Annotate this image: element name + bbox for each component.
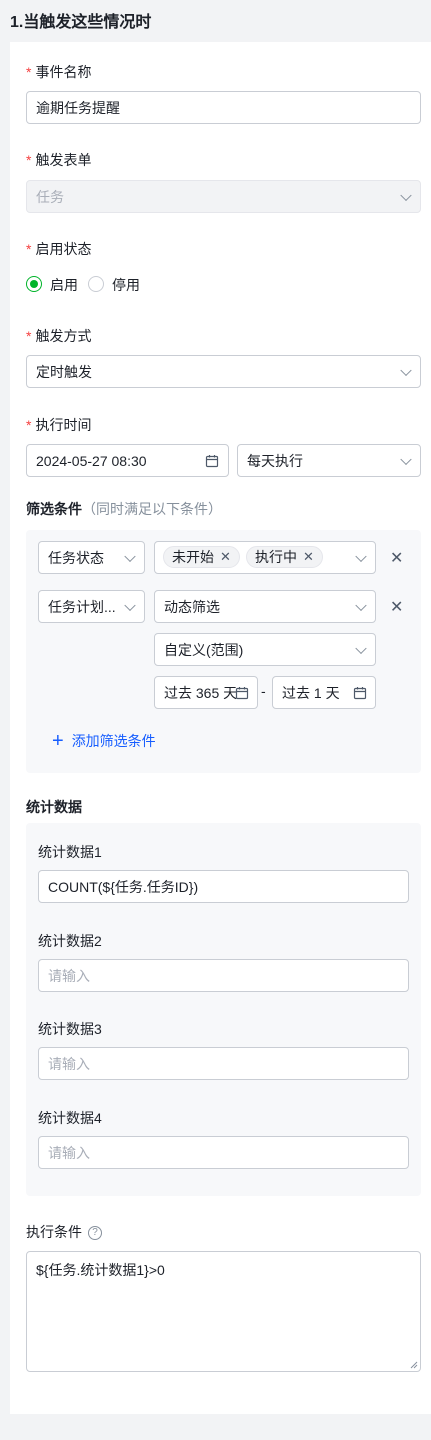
remove-filter-1-icon[interactable]: ✕ xyxy=(390,548,403,568)
trigger-form-label: * 触发表单 xyxy=(26,152,92,168)
exec-condition-textarea[interactable]: ${任务.统计数据1}>0 xyxy=(26,1251,421,1372)
stat-input-2[interactable]: 请输入 xyxy=(38,959,409,992)
filter-box: 任务状态 未开始 ✕ 执行中 ✕ ✕ 任务计划... 动态筛选 ✕ 自定义(范围) xyxy=(26,530,421,773)
resize-handle-icon[interactable] xyxy=(410,1361,418,1369)
range-from-picker[interactable]: 过去 365 天 xyxy=(154,676,258,709)
required-mark: * xyxy=(26,64,32,80)
stats-title: 统计数据 xyxy=(26,799,82,815)
filter-field-select-2[interactable]: 任务计划... xyxy=(38,590,145,623)
add-filter-button[interactable]: + 添加筛选条件 xyxy=(52,731,156,751)
radio-disable[interactable] xyxy=(88,276,104,292)
trigger-mode-label: * 触发方式 xyxy=(26,328,92,344)
filter-field-select-1[interactable]: 任务状态 xyxy=(38,541,145,574)
stat-label-2: 统计数据2 xyxy=(38,933,102,949)
chevron-down-icon xyxy=(355,550,367,562)
chevron-down-icon xyxy=(400,453,412,465)
trigger-mode-select[interactable]: 定时触发 xyxy=(26,355,421,388)
chevron-down-icon xyxy=(124,599,136,611)
trigger-form-select: 任务 xyxy=(26,180,421,213)
tag-not-started: 未开始 ✕ xyxy=(163,546,240,568)
stat-input-4[interactable]: 请输入 xyxy=(38,1136,409,1169)
range-type-select[interactable]: 自定义(范围) xyxy=(154,633,376,666)
calendar-icon xyxy=(235,687,249,700)
section-title: 1.当触发这些情况时 xyxy=(10,14,152,31)
range-separator: - xyxy=(261,683,266,699)
chevron-down-icon xyxy=(355,642,367,654)
repeat-select[interactable]: 每天执行 xyxy=(237,444,421,477)
range-to-picker[interactable]: 过去 1 天 xyxy=(272,676,376,709)
radio-enable-label[interactable]: 启用 xyxy=(50,275,78,295)
tag-in-progress: 执行中 ✕ xyxy=(246,546,323,568)
form-card: * 事件名称 逾期任务提醒 * 触发表单 任务 * 启用状态 启用 停用 * 触发方式 … xyxy=(10,42,431,1414)
event-name-input[interactable]: 逾期任务提醒 xyxy=(26,91,421,124)
exec-datetime-picker[interactable]: 2024-05-27 08:30 xyxy=(26,444,229,477)
stat-input-1[interactable]: COUNT(${任务.任务ID}) xyxy=(38,870,409,903)
exec-condition-label: 执行条件? xyxy=(26,1222,102,1242)
question-circle-icon[interactable]: ? xyxy=(88,1226,102,1241)
stat-label-1: 统计数据1 xyxy=(38,844,102,860)
stat-label-3: 统计数据3 xyxy=(38,1021,102,1037)
close-icon[interactable]: ✕ xyxy=(303,549,314,565)
stats-box: 统计数据1 COUNT(${任务.任务ID}) 统计数据2 请输入 统计数据3 … xyxy=(26,823,421,1196)
enable-status-label: * 启用状态 xyxy=(26,241,92,257)
chevron-down-icon xyxy=(355,599,367,611)
chevron-down-icon xyxy=(400,364,412,376)
close-icon[interactable]: ✕ xyxy=(220,549,231,565)
stat-input-3[interactable]: 请输入 xyxy=(38,1047,409,1080)
event-name-label: * 事件名称 xyxy=(26,64,92,80)
calendar-icon xyxy=(353,687,367,700)
filter-title: 筛选条件（同时满足以下条件） xyxy=(26,501,222,517)
filter-value-multiselect[interactable]: 未开始 ✕ 执行中 ✕ xyxy=(154,541,376,574)
plus-icon: + xyxy=(52,730,64,752)
filter-mode-select[interactable]: 动态筛选 xyxy=(154,590,376,623)
chevron-down-icon xyxy=(124,550,136,562)
radio-enable[interactable] xyxy=(26,276,42,292)
stat-label-4: 统计数据4 xyxy=(38,1110,102,1126)
calendar-icon xyxy=(205,455,219,468)
radio-disable-label[interactable]: 停用 xyxy=(112,275,140,295)
remove-filter-2-icon[interactable]: ✕ xyxy=(390,597,403,617)
chevron-down-icon xyxy=(400,189,412,201)
exec-time-label: * 执行时间 xyxy=(26,417,92,433)
